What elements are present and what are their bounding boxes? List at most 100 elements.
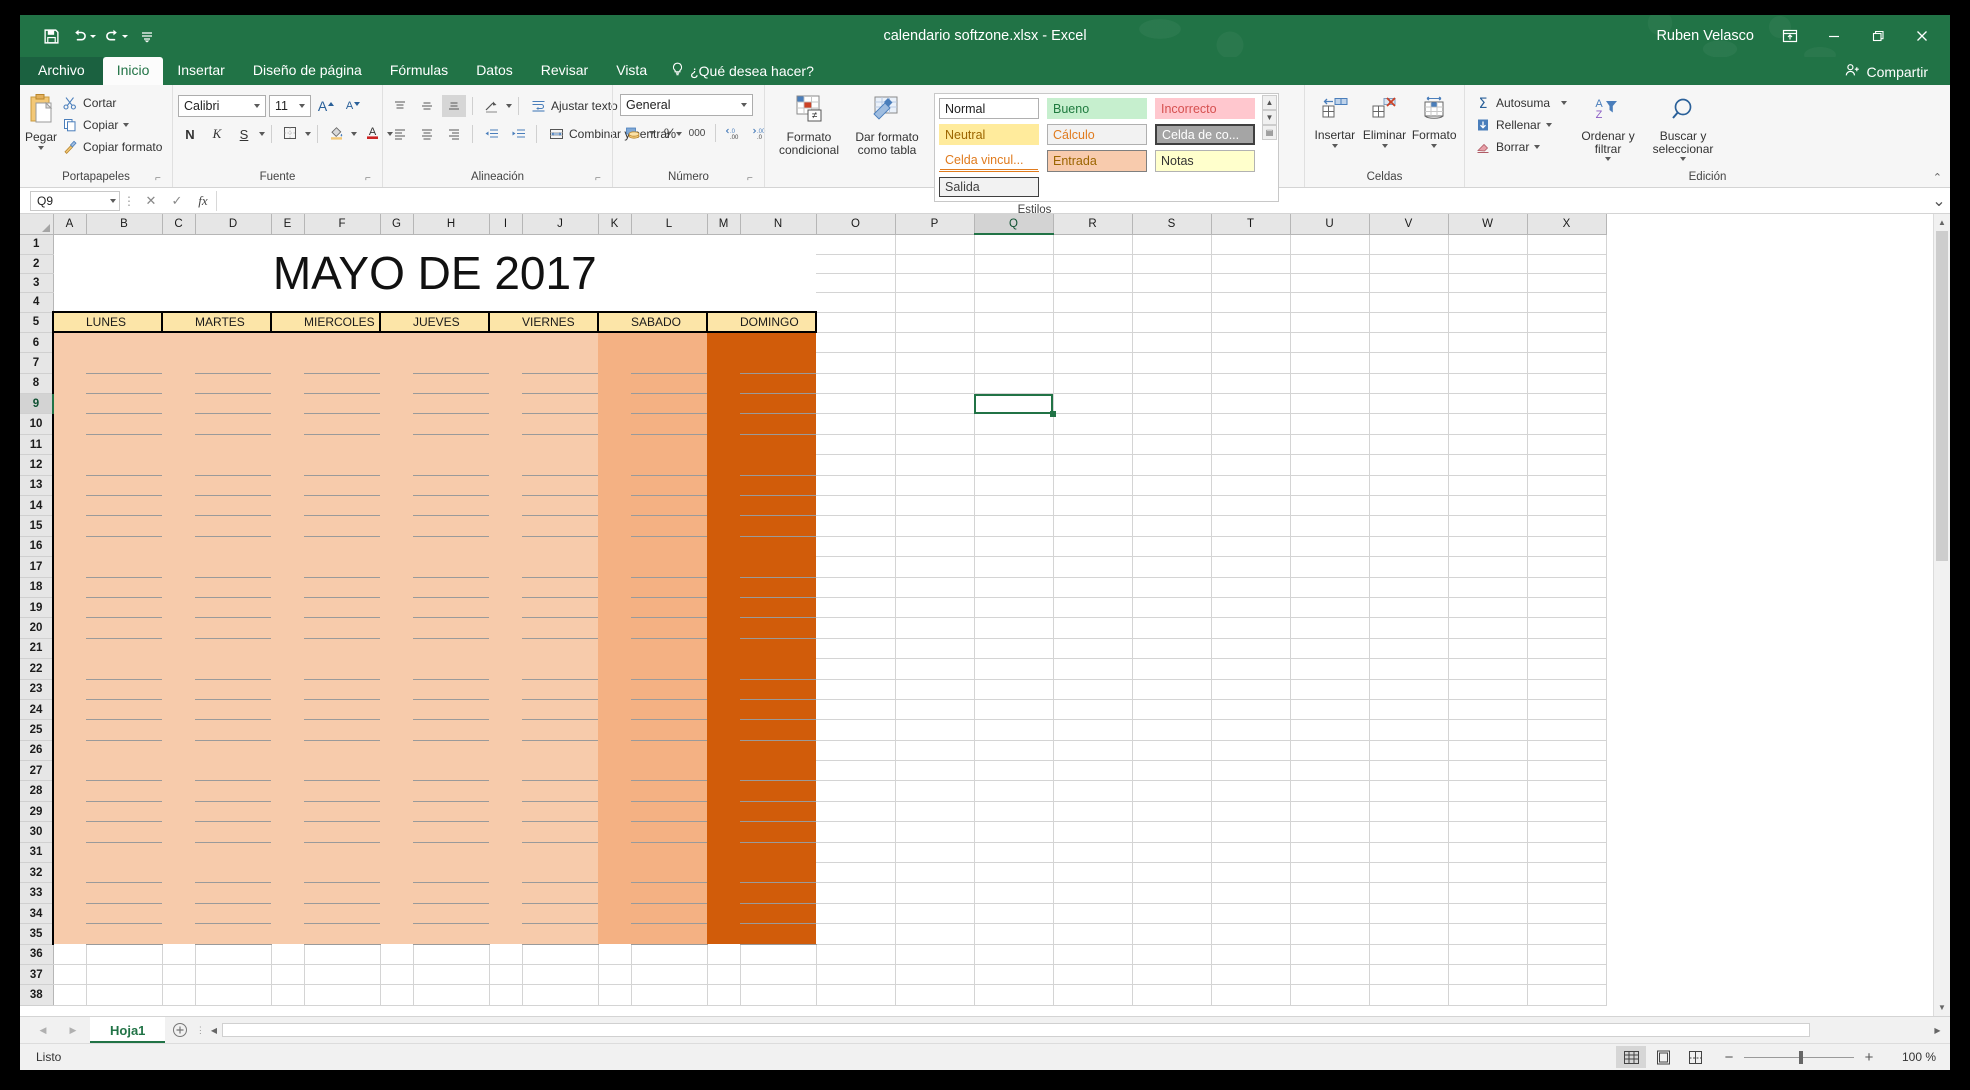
cell-R12[interactable] xyxy=(1053,454,1133,476)
note-cell-1-26[interactable] xyxy=(195,740,271,761)
row-header-31[interactable]: 31 xyxy=(20,842,54,864)
cell-V25[interactable] xyxy=(1369,719,1449,741)
row-header-37[interactable]: 37 xyxy=(20,964,54,986)
date-cell-0-16[interactable] xyxy=(52,536,86,557)
column-header-N[interactable]: N xyxy=(740,214,817,235)
date-cell-6-11[interactable] xyxy=(707,434,740,455)
note-cell-6-17[interactable] xyxy=(740,556,816,578)
cell-Q11[interactable] xyxy=(974,434,1054,456)
note-cell-3-34[interactable] xyxy=(413,903,489,925)
note-cell-2-32[interactable] xyxy=(304,862,380,884)
cut-button[interactable]: Cortar xyxy=(57,92,167,114)
cell-T4[interactable] xyxy=(1211,292,1291,313)
note-cell-6-16[interactable] xyxy=(740,536,816,557)
tab-diseno-de-pagina[interactable]: Diseño de página xyxy=(239,57,376,85)
note-cell-2-16[interactable] xyxy=(304,536,380,557)
cell-O7[interactable] xyxy=(816,352,896,374)
note-cell-2-7[interactable] xyxy=(304,352,380,374)
date-cell-6-9[interactable] xyxy=(707,393,740,414)
cell-S30[interactable] xyxy=(1132,821,1212,843)
select-all-corner[interactable] xyxy=(20,214,54,235)
column-header-V[interactable]: V xyxy=(1369,214,1449,235)
cell-X1[interactable] xyxy=(1527,234,1607,255)
fill-color-button[interactable] xyxy=(324,123,348,145)
underline-chevron-down-icon[interactable] xyxy=(259,132,265,136)
redo-icon[interactable] xyxy=(100,21,130,51)
cell-S16[interactable] xyxy=(1132,536,1212,558)
cell-O4[interactable] xyxy=(816,292,896,313)
date-cell-4-22[interactable] xyxy=(489,658,522,680)
note-cell-0-33[interactable] xyxy=(86,882,162,904)
date-cell-5-30[interactable] xyxy=(598,821,631,843)
style-calculo[interactable]: Cálculo xyxy=(1047,124,1147,145)
note-cell-6-26[interactable] xyxy=(740,740,816,761)
cell-R33[interactable] xyxy=(1053,882,1133,904)
cell-J38[interactable] xyxy=(522,984,599,1006)
cell-S19[interactable] xyxy=(1132,597,1212,619)
cell-X14[interactable] xyxy=(1527,495,1607,517)
cell-Q15[interactable] xyxy=(974,515,1054,537)
cell-P3[interactable] xyxy=(895,273,975,293)
cell-Q24[interactable] xyxy=(974,699,1054,721)
date-cell-5-18[interactable] xyxy=(598,577,631,598)
date-cell-6-25[interactable] xyxy=(707,719,740,741)
row-header-3[interactable]: 3 xyxy=(20,273,54,293)
date-cell-0-18[interactable] xyxy=(52,577,86,598)
cell-P38[interactable] xyxy=(895,984,975,1006)
date-cell-1-19[interactable] xyxy=(162,597,195,618)
note-cell-4-12[interactable] xyxy=(522,454,598,476)
day-label-spacer-5[interactable] xyxy=(598,310,631,334)
day-header-lunes[interactable]: LUNES xyxy=(86,310,163,334)
cell-R22[interactable] xyxy=(1053,658,1133,680)
date-cell-4-18[interactable] xyxy=(489,577,522,598)
date-cell-0-27[interactable] xyxy=(52,760,86,781)
date-cell-3-14[interactable] xyxy=(380,495,413,516)
note-cell-5-8[interactable] xyxy=(631,373,707,395)
day-label-spacer-1[interactable] xyxy=(162,310,195,334)
date-cell-6-15[interactable] xyxy=(707,515,740,537)
note-cell-6-31[interactable] xyxy=(740,842,816,863)
cell-O22[interactable] xyxy=(816,658,896,680)
note-cell-4-6[interactable] xyxy=(522,332,598,353)
cell-Q2[interactable] xyxy=(974,254,1054,274)
cell-S17[interactable] xyxy=(1132,556,1212,578)
page-layout-view-icon[interactable] xyxy=(1648,1046,1678,1068)
row-header-5[interactable]: 5 xyxy=(20,312,54,333)
column-header-X[interactable]: X xyxy=(1527,214,1607,235)
date-cell-5-25[interactable] xyxy=(598,719,631,741)
note-cell-5-33[interactable] xyxy=(631,882,707,904)
insert-cells-button[interactable]: Insertar xyxy=(1310,91,1360,148)
cell-I37[interactable] xyxy=(489,964,523,986)
cell-V17[interactable] xyxy=(1369,556,1449,578)
day-header-martes[interactable]: MARTES xyxy=(195,310,272,334)
date-cell-6-26[interactable] xyxy=(707,740,740,761)
date-cell-6-30[interactable] xyxy=(707,821,740,843)
cell-S28[interactable] xyxy=(1132,780,1212,802)
cell-Q25[interactable] xyxy=(974,719,1054,741)
cell-U12[interactable] xyxy=(1290,454,1370,476)
decrease-font-size-button[interactable]: A xyxy=(341,95,365,117)
collapse-ribbon-icon[interactable]: ⌃ xyxy=(1933,171,1942,184)
cell-S26[interactable] xyxy=(1132,740,1212,762)
cell-T32[interactable] xyxy=(1211,862,1291,884)
font-dialog-launcher[interactable]: ⌐ xyxy=(365,174,376,185)
fill-chevron-down-icon[interactable] xyxy=(1545,123,1552,127)
date-cell-3-12[interactable] xyxy=(380,454,413,476)
horizontal-scroll-thumb[interactable] xyxy=(222,1023,1810,1037)
cell-V34[interactable] xyxy=(1369,903,1449,925)
cell-V6[interactable] xyxy=(1369,332,1449,354)
cell-X20[interactable] xyxy=(1527,617,1607,639)
date-cell-1-12[interactable] xyxy=(162,454,195,476)
cell-U38[interactable] xyxy=(1290,984,1370,1006)
date-cell-5-28[interactable] xyxy=(598,780,631,802)
note-cell-3-11[interactable] xyxy=(413,434,489,455)
note-cell-1-30[interactable] xyxy=(195,821,271,843)
cell-O14[interactable] xyxy=(816,495,896,517)
note-cell-3-17[interactable] xyxy=(413,556,489,578)
date-cell-0-26[interactable] xyxy=(52,740,86,761)
cell-V35[interactable] xyxy=(1369,923,1449,945)
minimize-button[interactable] xyxy=(1812,19,1856,53)
cell-P8[interactable] xyxy=(895,373,975,395)
cell-V7[interactable] xyxy=(1369,352,1449,374)
row-header-27[interactable]: 27 xyxy=(20,760,54,782)
